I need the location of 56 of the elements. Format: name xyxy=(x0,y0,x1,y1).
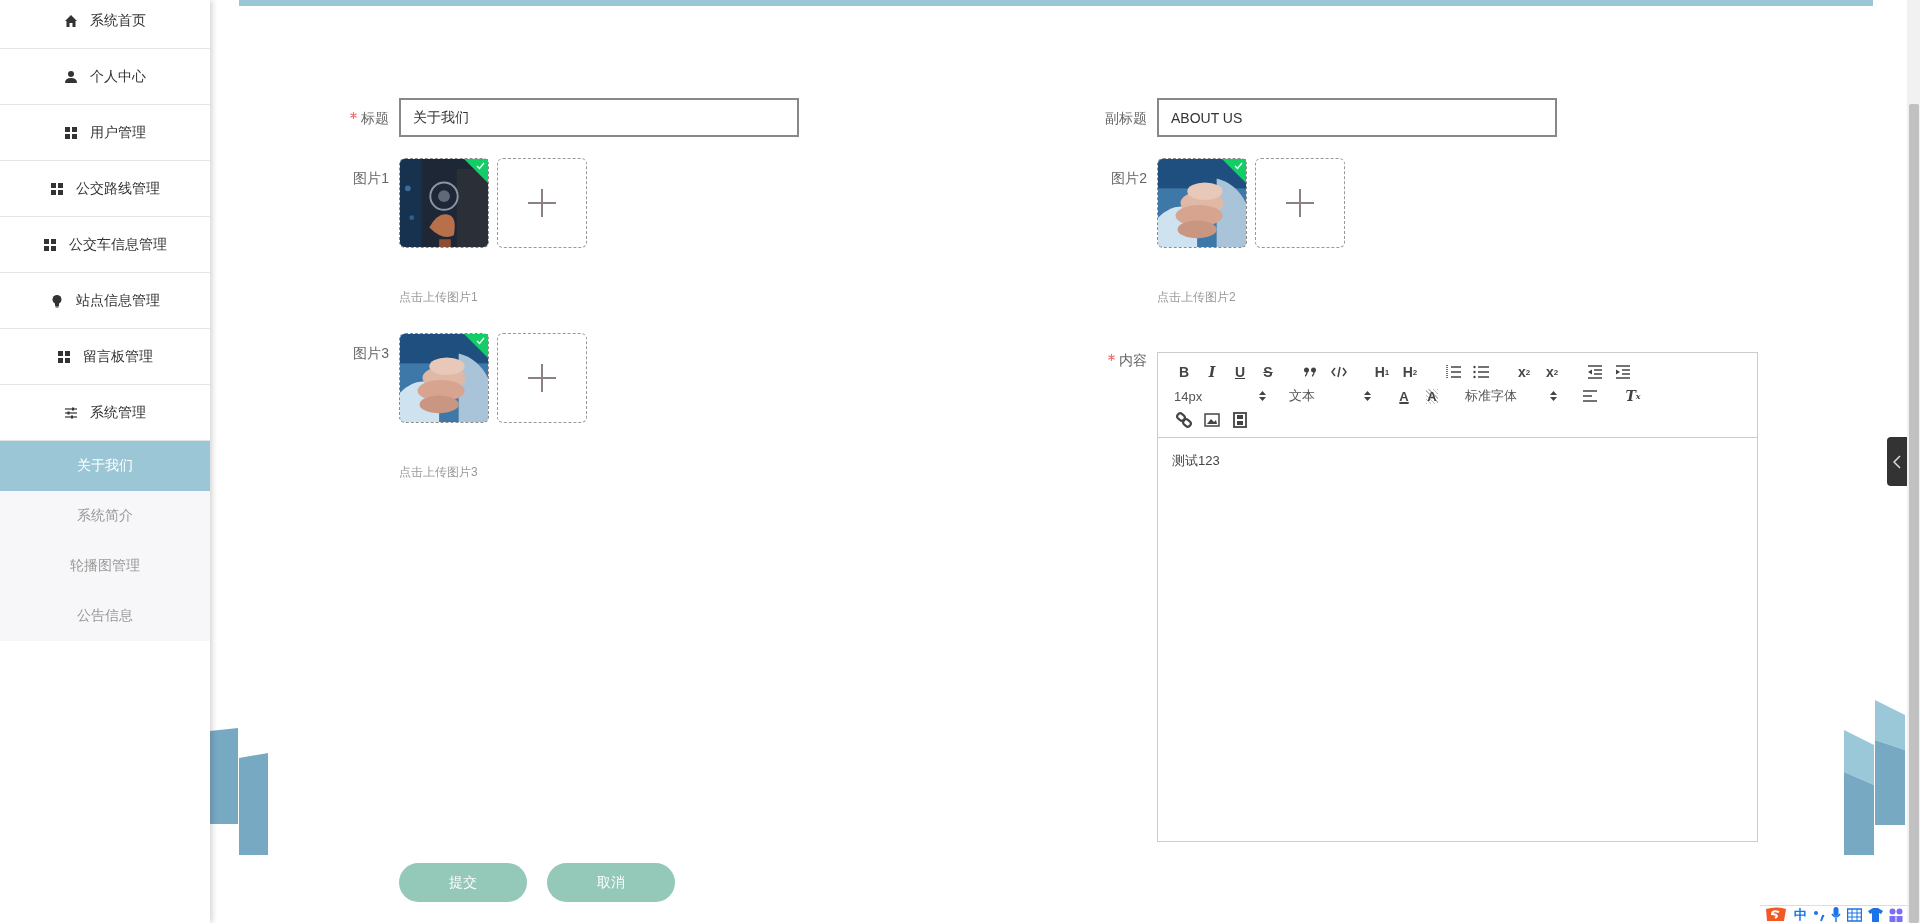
dropdown-select[interactable]: 标准字体 xyxy=(1461,386,1561,406)
input-mode-toggle[interactable]: 中 xyxy=(1794,906,1807,923)
keyboard-icon[interactable] xyxy=(1847,907,1862,922)
updown-arrow-icon xyxy=(1364,391,1371,401)
underline-button[interactable]: U xyxy=(1226,362,1254,382)
field-label: 内容 xyxy=(1119,352,1147,368)
grid-icon xyxy=(64,125,78,140)
sidebar-item[interactable]: 用户管理 xyxy=(0,105,210,161)
field-label: 图片1 xyxy=(353,170,389,186)
plus-icon xyxy=(528,364,556,392)
grid-icon xyxy=(50,181,64,196)
sidebar-item[interactable]: 系统首页 xyxy=(0,0,210,49)
editor-text: 测试123 xyxy=(1172,453,1220,468)
apps-icon[interactable] xyxy=(1889,907,1903,922)
updown-arrow-icon xyxy=(1550,391,1557,401)
updown-arrow-icon xyxy=(1259,391,1266,401)
dropdown-select[interactable]: 文本 xyxy=(1285,386,1375,406)
microphone-icon[interactable] xyxy=(1831,907,1841,922)
field-label: 标题 xyxy=(361,109,389,126)
upload-hint: 点击上传图片3 xyxy=(399,465,479,479)
sidebar-item[interactable]: 公交车信息管理 xyxy=(0,217,210,273)
upload-button[interactable] xyxy=(1255,158,1345,248)
user-icon xyxy=(64,69,78,84)
sidebar-item[interactable]: 公交路线管理 xyxy=(0,161,210,217)
field-label: 副标题 xyxy=(1105,109,1147,126)
sidebar-item[interactable]: 站点信息管理 xyxy=(0,273,210,329)
shirt-icon[interactable] xyxy=(1868,907,1883,922)
sidebar-item[interactable]: 个人中心 xyxy=(0,49,210,105)
dropdown-select[interactable]: 14px xyxy=(1170,386,1270,406)
strikethrough-button[interactable]: S xyxy=(1254,362,1282,382)
sidebar-item[interactable]: 系统管理 xyxy=(0,385,210,441)
lightbulb-icon xyxy=(50,293,64,308)
upload-hint: 点击上传图片1 xyxy=(399,290,479,304)
sliders-icon xyxy=(64,405,78,420)
field-label: 图片3 xyxy=(353,345,389,361)
italic-button[interactable]: I xyxy=(1198,362,1226,382)
text-input[interactable]: ABOUT US xyxy=(1157,98,1557,137)
highlight-button[interactable]: A xyxy=(1418,386,1446,406)
superscript-button[interactable]: x$^{2}$ xyxy=(1538,362,1566,382)
upload-button[interactable] xyxy=(497,158,587,248)
chevron-left-icon xyxy=(1893,454,1901,469)
plus-icon xyxy=(1286,189,1314,217)
text-color-button[interactable]: A xyxy=(1390,386,1418,406)
panel-toggle-button[interactable] xyxy=(1887,437,1907,486)
home-icon xyxy=(64,13,78,28)
scrollbar[interactable] xyxy=(1907,0,1920,923)
bold-button[interactable]: B xyxy=(1170,362,1198,382)
field-label: 图片2 xyxy=(1111,170,1147,186)
ime-logo-icon[interactable] xyxy=(1764,907,1788,922)
plus-icon xyxy=(528,189,556,217)
upload-hint: 点击上传图片2 xyxy=(1157,290,1237,304)
text-input[interactable]: 关于我们 xyxy=(399,98,799,137)
sidebar-item[interactable]: 留言板管理 xyxy=(0,329,210,385)
grid-icon xyxy=(57,349,71,364)
grid-icon xyxy=(43,237,57,252)
upload-button[interactable] xyxy=(497,333,587,423)
